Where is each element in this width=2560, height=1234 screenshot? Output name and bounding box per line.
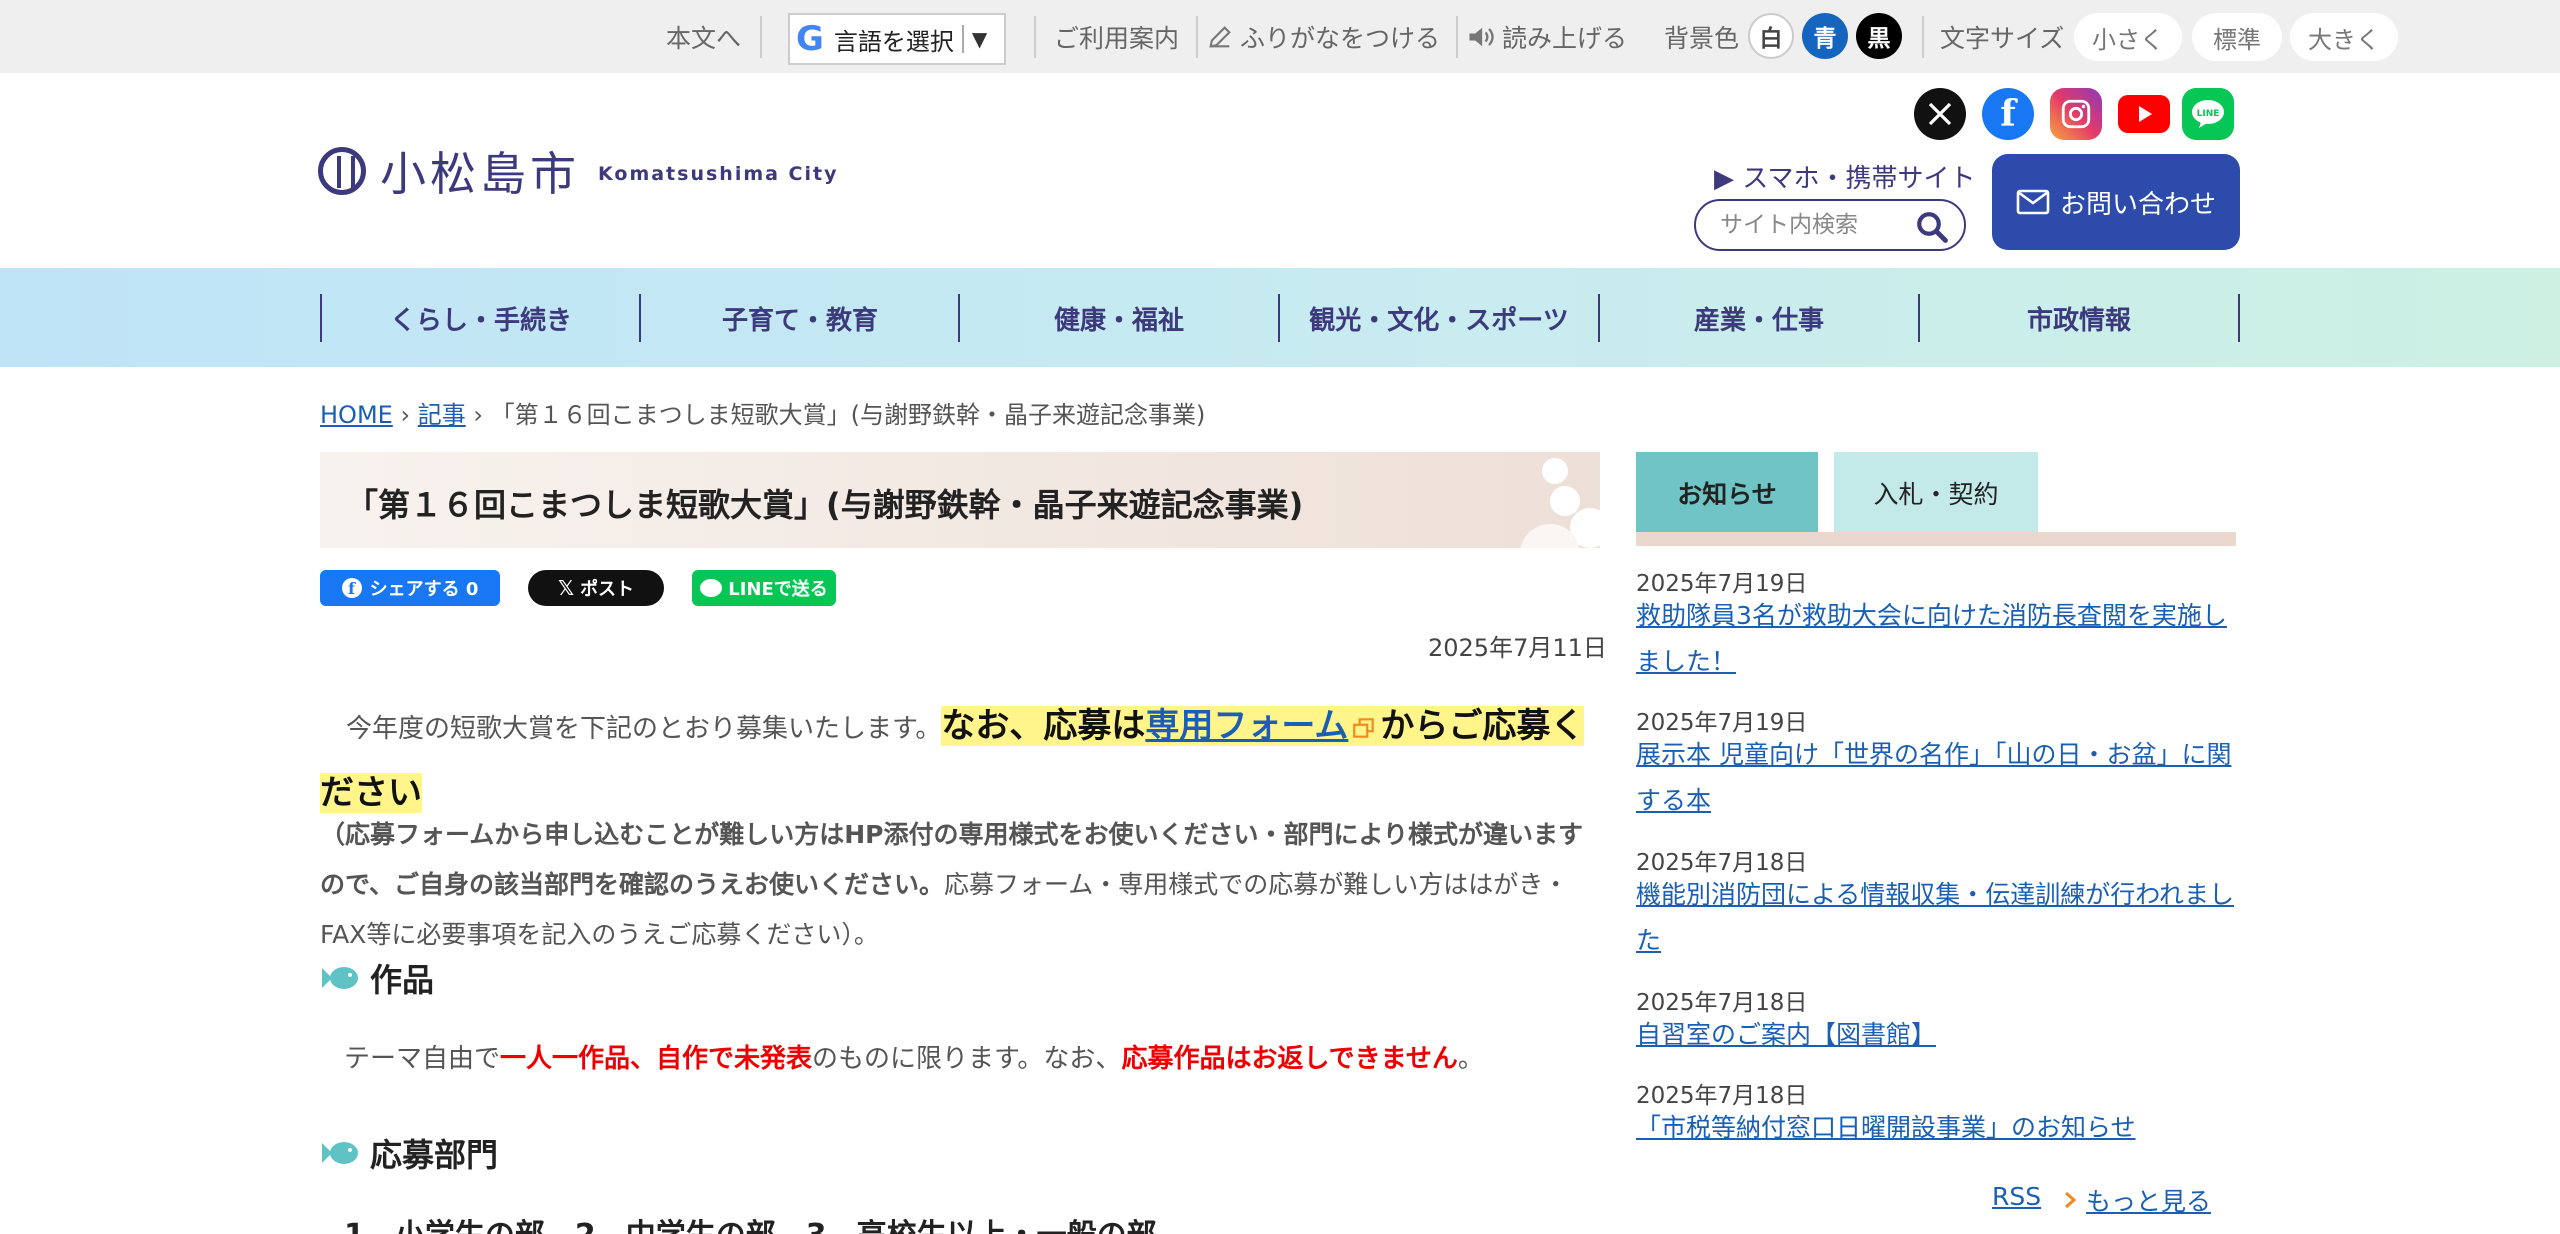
chevron-right-icon: [2065, 1191, 2077, 1209]
skip-to-content-link[interactable]: 本文へ: [666, 0, 741, 73]
divider: [1922, 16, 1924, 58]
breadcrumb-separator: ›: [473, 401, 483, 429]
bg-blue-button[interactable]: 青: [1802, 13, 1848, 59]
contact-button[interactable]: お問い合わせ: [1992, 154, 2240, 250]
intro-text: 今年度の短歌大賞を下記のとおり募集いたします。: [346, 714, 942, 744]
x-post-label: ポスト: [580, 579, 635, 600]
fish-icon: [322, 1142, 358, 1164]
site-logo[interactable]: 小松島市 Komatsushima City: [318, 138, 839, 204]
rss-link[interactable]: RSS: [1992, 1182, 2041, 1211]
search-icon[interactable]: [1914, 209, 1950, 249]
font-standard-button[interactable]: 標準: [2192, 13, 2282, 61]
x-post-button[interactable]: 𝕏 ポスト: [528, 570, 664, 606]
read-aloud-label: 読み上げる: [1502, 23, 1628, 53]
speaker-icon: [1469, 27, 1494, 46]
news-link[interactable]: 展示本 児童向け「世界の名作」「山の日・お盆」に関する本: [1636, 732, 2236, 824]
utility-bar: 本文へ G 言語を選択 ▼ ご利用案内 ふりがなをつける 読み上げる 背景色 白…: [0, 0, 2560, 73]
pencil-icon: [1209, 25, 1231, 48]
furigana-button[interactable]: ふりがなをつける: [1206, 0, 1440, 73]
language-select[interactable]: G 言語を選択 ▼: [788, 13, 1006, 65]
nav-item-city-info[interactable]: 市政情報: [1918, 294, 2238, 342]
divider: [1456, 16, 1458, 58]
select-divider: [961, 25, 964, 53]
divisions-list: 1 小学生の部 2 中学生の部 3 高校生以上・一般の部: [344, 1210, 1157, 1234]
line-share-button[interactable]: LINEで送る: [692, 570, 836, 606]
publish-date: 2025年7月11日: [1428, 634, 1607, 662]
city-emblem-icon: [318, 147, 366, 195]
external-link-icon: [1353, 718, 1375, 738]
news-link[interactable]: 機能別消防団による情報収集・伝達訓練が行われました: [1636, 872, 2236, 964]
tab-underline: [1636, 532, 2236, 546]
section-heading-divisions: 応募部門: [320, 1131, 498, 1175]
nav-end-divider: [2238, 294, 2240, 342]
bg-black-button[interactable]: 黒: [1856, 13, 1902, 59]
smartphone-site-link[interactable]: ▶ スマホ・携帯サイト: [1714, 158, 1975, 195]
breadcrumb: HOME › 記事 › 「第１６回こまつしま短歌大賞」(与謝野鉄幹・晶子来遊記念…: [320, 395, 1205, 430]
breadcrumb-separator: ›: [400, 401, 411, 429]
nav-item-health[interactable]: 健康・福祉: [958, 294, 1278, 342]
intro-note: （応募フォームから申し込むことが難しい方はHP添付の専用様式をお使いください・部…: [320, 810, 1600, 960]
contact-label: お問い合わせ: [2059, 189, 2216, 220]
read-aloud-button[interactable]: 読み上げる: [1466, 0, 1627, 73]
breadcrumb-current: 「第１６回こまつしま短歌大賞」(与謝野鉄幹・晶子来遊記念事業): [490, 401, 1206, 429]
search-input[interactable]: [1720, 212, 1910, 238]
divider: [1196, 16, 1198, 58]
facebook-share-button[interactable]: f シェアする 0: [320, 570, 500, 606]
facebook-icon: f: [341, 578, 362, 598]
nav-item-childcare[interactable]: 子育て・教育: [639, 294, 959, 342]
nav-item-industry[interactable]: 産業・仕事: [1598, 294, 1918, 342]
decor-bubble: [1542, 458, 1568, 484]
application-form-link[interactable]: 専用フォーム: [1145, 706, 1348, 746]
background-color-label: 背景色: [1664, 23, 1740, 53]
works-paragraph: テーマ自由で一人一作品、自作で未発表のものに限ります。なお、応募作品はお返しでき…: [344, 1044, 1484, 1074]
news-link[interactable]: 救助隊員3名が救助大会に向けた消防長査閲を実施しました！: [1636, 593, 2236, 685]
intro-paragraph: 今年度の短歌大賞を下記のとおり募集いたします。なお、応募は専用フォーム からご応募…: [320, 694, 1600, 828]
youtube-icon[interactable]: [2116, 88, 2172, 140]
font-size-label: 文字サイズ: [1940, 23, 2065, 53]
line-share-label: LINEで送る: [728, 579, 828, 600]
divider: [1034, 16, 1036, 58]
google-g-icon: G: [796, 19, 824, 59]
nav-item-tourism[interactable]: 観光・文化・スポーツ: [1278, 294, 1598, 342]
dropdown-arrow-icon: ▼: [971, 27, 988, 51]
line-icon[interactable]: LINE: [2182, 88, 2234, 140]
instagram-icon[interactable]: [2050, 88, 2102, 140]
guide-link[interactable]: ご利用案内: [1054, 0, 1179, 73]
breadcrumb-article[interactable]: 記事: [418, 401, 466, 429]
site-search: [1694, 199, 1966, 251]
more-news-link[interactable]: もっと見る: [2062, 1182, 2211, 1218]
news-link[interactable]: 「市税等納付窓口日曜開設事業」のお知らせ: [1636, 1105, 2236, 1151]
facebook-icon[interactable]: f: [1982, 88, 2034, 140]
divider: [760, 16, 762, 58]
article-title-box: 「第１６回こまつしま短歌大賞」(与謝野鉄幹・晶子来遊記念事業): [320, 452, 1600, 548]
nav-item-living[interactable]: くらし・手続き: [320, 294, 640, 342]
furigana-label: ふりがなをつける: [1240, 23, 1441, 53]
tab-bidding[interactable]: 入札・契約: [1834, 452, 2038, 534]
x-icon: 𝕏: [557, 576, 575, 600]
facebook-share-label: シェアする 0: [369, 579, 479, 600]
x-icon[interactable]: [1914, 88, 1966, 140]
section-heading-works: 作品: [320, 956, 434, 1000]
page-title: 「第１６回こまつしま短歌大賞」(与謝野鉄幹・晶子来遊記念事業): [346, 486, 1304, 524]
logo-english: Komatsushima City: [598, 163, 839, 185]
font-small-button[interactable]: 小さく: [2074, 13, 2182, 61]
news-link[interactable]: 自習室のご案内【図書館】: [1636, 1012, 2236, 1058]
breadcrumb-home[interactable]: HOME: [320, 401, 393, 429]
font-large-button[interactable]: 大きく: [2290, 13, 2398, 61]
tab-news[interactable]: お知らせ: [1636, 452, 1818, 534]
global-nav: くらし・手続き 子育て・教育 健康・福祉 観光・文化・スポーツ 産業・仕事 市政…: [0, 268, 2560, 367]
fish-icon: [322, 967, 358, 989]
svg-text:LINE: LINE: [2197, 109, 2220, 119]
language-select-label: 言語を選択: [833, 27, 954, 56]
bg-white-button[interactable]: 白: [1748, 13, 1794, 59]
logo-japanese: 小松島市: [380, 147, 580, 201]
mail-icon: [2016, 189, 2050, 215]
decor-bubble: [1550, 486, 1580, 516]
line-icon: [700, 579, 723, 597]
